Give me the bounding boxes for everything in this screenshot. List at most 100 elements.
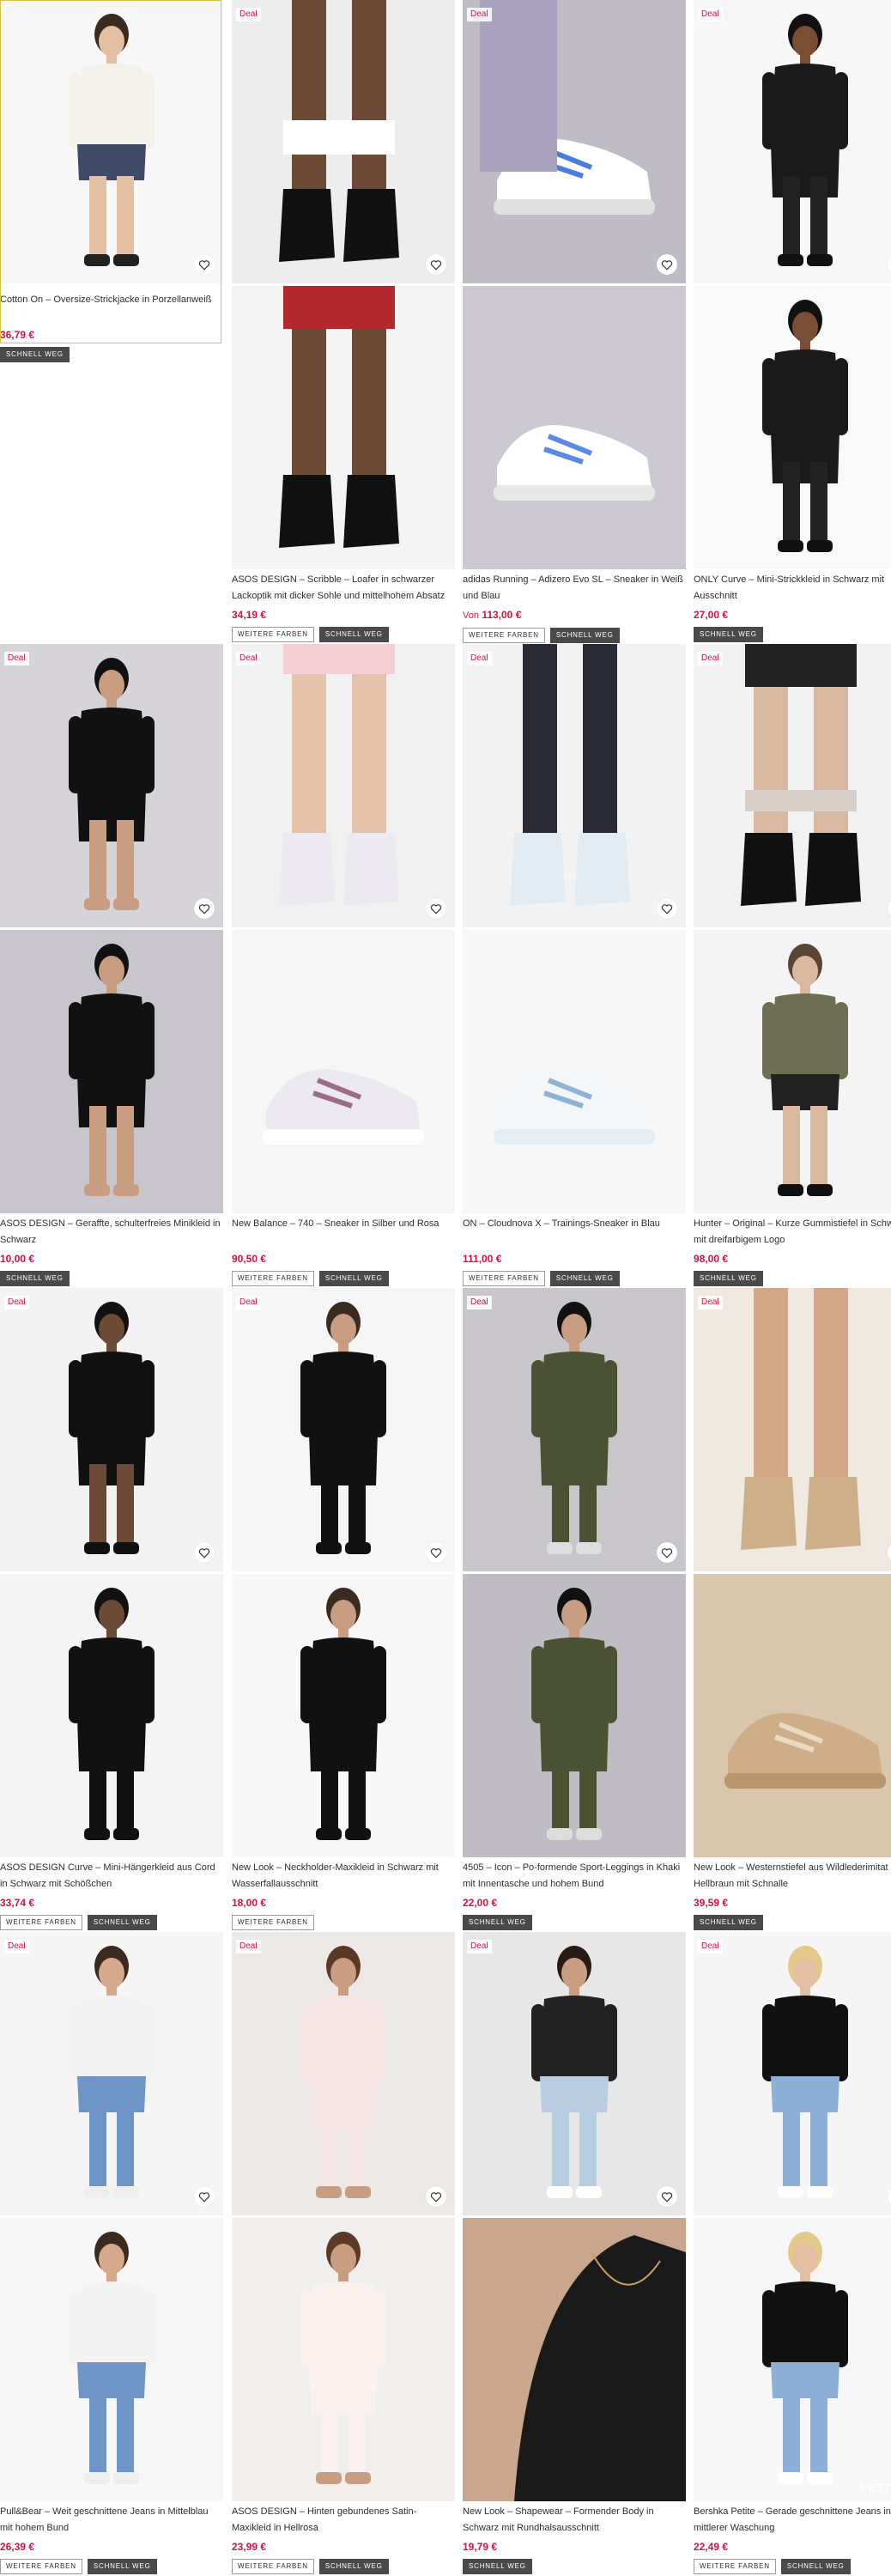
product-tags: SCHNELL WEG <box>694 1271 891 1286</box>
product-title[interactable]: New Look – Shapewear – Formender Body in… <box>463 2504 686 2538</box>
product-card[interactable]: PETITE Deal Bershka Petite – Gerade gesch… <box>694 1932 891 2576</box>
product-image[interactable] <box>463 644 686 927</box>
heart-icon[interactable] <box>194 1542 215 1563</box>
product-info: Cotton On – Oversize-Strickjacke in Porz… <box>0 292 223 362</box>
selling-fast-tag: SCHNELL WEG <box>694 1271 763 1286</box>
product-card[interactable]: Deal ONLY Curve – Mini-Strickkleid in Sc… <box>694 0 891 644</box>
product-image-alt[interactable] <box>694 286 891 569</box>
product-title[interactable]: ASOS DESIGN – Scribble – Loafer in schwa… <box>232 572 455 606</box>
product-price-row: 18,00 € <box>232 1896 455 1910</box>
deal-badge: Deal <box>698 1940 723 1953</box>
product-card[interactable]: Deal New Look – Shapewear – Formender Bo… <box>463 1932 686 2576</box>
product-image[interactable] <box>463 1288 686 1571</box>
deal-badge: Deal <box>698 8 723 21</box>
product-card[interactable]: Deal adidas Running – Adizero Evo SL – S… <box>463 0 686 644</box>
product-image[interactable] <box>694 644 891 927</box>
product-title[interactable]: ASOS DESIGN Curve – Mini-Hängerkleid aus… <box>0 1860 223 1894</box>
product-image[interactable] <box>694 1288 891 1571</box>
deal-badge: Deal <box>4 652 29 665</box>
heart-icon[interactable] <box>194 254 215 275</box>
product-image-alt[interactable] <box>232 2218 455 2501</box>
heart-icon[interactable] <box>426 254 446 275</box>
deal-badge: Deal <box>467 8 492 21</box>
product-image[interactable] <box>0 1932 223 2215</box>
product-title[interactable]: New Balance – 740 – Sneaker in Silber un… <box>232 1216 455 1250</box>
product-title[interactable]: Cotton On – Oversize-Strickjacke in Porz… <box>0 292 223 326</box>
more-colors-tag[interactable]: WEITERE FARBEN <box>0 1915 82 1930</box>
heart-icon[interactable] <box>657 898 677 919</box>
product-image-alt[interactable] <box>232 286 455 569</box>
selling-fast-tag: SCHNELL WEG <box>318 2559 389 2574</box>
more-colors-tag[interactable]: WEITERE FARBEN <box>232 627 314 642</box>
heart-icon[interactable] <box>426 898 446 919</box>
product-info: New Look – Shapewear – Formender Body in… <box>463 2504 686 2574</box>
heart-icon[interactable] <box>194 898 215 919</box>
product-image[interactable] <box>0 0 223 283</box>
product-image-alt[interactable] <box>463 286 686 569</box>
product-title[interactable]: Pull&Bear – Weit geschnittene Jeans in M… <box>0 2504 223 2538</box>
heart-icon[interactable] <box>194 2186 215 2207</box>
more-colors-tag[interactable]: WEITERE FARBEN <box>232 1271 314 1286</box>
selling-fast-tag: SCHNELL WEG <box>0 1271 70 1286</box>
petite-badge: PETITE <box>859 2481 891 2494</box>
product-title[interactable]: ONLY Curve – Mini-Strickkleid in Schwarz… <box>694 572 891 606</box>
product-card[interactable]: Deal ASOS DESIGN Curve – Mini-Hängerklei… <box>0 1288 223 1932</box>
product-card[interactable]: Deal New Balance – 740 – Sneaker in Silb… <box>232 644 455 1288</box>
heart-icon[interactable] <box>426 1542 446 1563</box>
product-card[interactable]: Deal ASOS DESIGN – Scribble – Loafer in … <box>232 0 455 644</box>
product-image-alt[interactable] <box>0 930 223 1213</box>
product-image[interactable] <box>232 1288 455 1571</box>
product-title[interactable]: ASOS DESIGN – Hinten gebundenes Satin-Ma… <box>232 2504 455 2538</box>
product-title[interactable]: 4505 – Icon – Po-formende Sport-Leggings… <box>463 1860 686 1894</box>
product-card[interactable]: Deal ON – Cloudnova X – Trainings-Sneake… <box>463 644 686 1288</box>
product-image-alt[interactable] <box>232 1574 455 1857</box>
product-card[interactable]: Cotton On – Oversize-Strickjacke in Porz… <box>0 0 223 644</box>
product-image-alt[interactable] <box>463 2218 686 2501</box>
product-image-alt[interactable] <box>694 930 891 1213</box>
product-image-alt[interactable] <box>463 1574 686 1857</box>
product-image[interactable] <box>463 0 686 283</box>
product-image-alt[interactable]: PETITE <box>694 2218 891 2501</box>
product-image[interactable] <box>232 0 455 283</box>
heart-icon[interactable] <box>657 254 677 275</box>
product-image[interactable] <box>0 644 223 927</box>
product-image-alt[interactable] <box>694 1574 891 1857</box>
product-card[interactable]: Deal New Look – Neckholder-Maxikleid in … <box>232 1288 455 1932</box>
product-title[interactable]: ON – Cloudnova X – Trainings-Sneaker in … <box>463 1216 686 1250</box>
product-card[interactable]: Deal ASOS DESIGN – Hinten gebundenes Sat… <box>232 1932 455 2576</box>
product-image[interactable] <box>463 1932 686 2215</box>
product-title[interactable]: adidas Running – Adizero Evo SL – Sneake… <box>463 572 686 606</box>
product-image[interactable] <box>694 1932 891 2215</box>
product-image-alt[interactable] <box>0 2218 223 2501</box>
product-image[interactable] <box>694 0 891 283</box>
product-image-alt[interactable] <box>232 930 455 1213</box>
more-colors-tag[interactable]: WEITERE FARBEN <box>694 2559 776 2574</box>
product-card[interactable]: Deal New Look – Westernstiefel aus Wildl… <box>694 1288 891 1932</box>
more-colors-tag[interactable]: WEITERE FARBEN <box>232 2559 314 2574</box>
product-card[interactable]: Deal ASOS DESIGN – Geraffte, schulterfre… <box>0 644 223 1288</box>
product-title[interactable]: Hunter – Original – Kurze Gummistiefel i… <box>694 1216 891 1250</box>
product-card[interactable]: Deal Pull&Bear – Weit geschnittene Jeans… <box>0 1932 223 2576</box>
product-tags: SCHNELL WEG <box>463 1915 686 1930</box>
product-title[interactable]: ASOS DESIGN – Geraffte, schulterfreies M… <box>0 1216 223 1250</box>
more-colors-tag[interactable]: WEITERE FARBEN <box>232 1915 314 1930</box>
product-image-alt[interactable] <box>463 930 686 1213</box>
product-image[interactable] <box>232 1932 455 2215</box>
product-image-alt[interactable] <box>0 1574 223 1857</box>
more-colors-tag[interactable]: WEITERE FARBEN <box>0 2559 82 2574</box>
product-image[interactable] <box>232 644 455 927</box>
product-title[interactable]: New Look – Neckholder-Maxikleid in Schwa… <box>232 1860 455 1894</box>
product-title[interactable]: New Look – Westernstiefel aus Wildlederi… <box>694 1860 891 1894</box>
more-colors-tag[interactable]: WEITERE FARBEN <box>463 1271 545 1286</box>
product-info: New Look – Neckholder-Maxikleid in Schwa… <box>232 1860 455 1930</box>
product-title[interactable]: Bershka Petite – Gerade geschnittene Jea… <box>694 2504 891 2538</box>
selling-fast-tag: SCHNELL WEG <box>694 627 763 642</box>
product-image[interactable] <box>0 1288 223 1571</box>
more-colors-tag[interactable]: WEITERE FARBEN <box>463 628 545 643</box>
product-card[interactable]: Deal Hunter – Original – Kurze Gummistie… <box>694 644 891 1288</box>
product-price-row: 111,00 € <box>463 1252 686 1266</box>
heart-icon[interactable] <box>657 1542 677 1563</box>
product-card[interactable]: Deal 4505 – Icon – Po-formende Sport-Leg… <box>463 1288 686 1932</box>
heart-icon[interactable] <box>657 2186 677 2207</box>
heart-icon[interactable] <box>426 2186 446 2207</box>
